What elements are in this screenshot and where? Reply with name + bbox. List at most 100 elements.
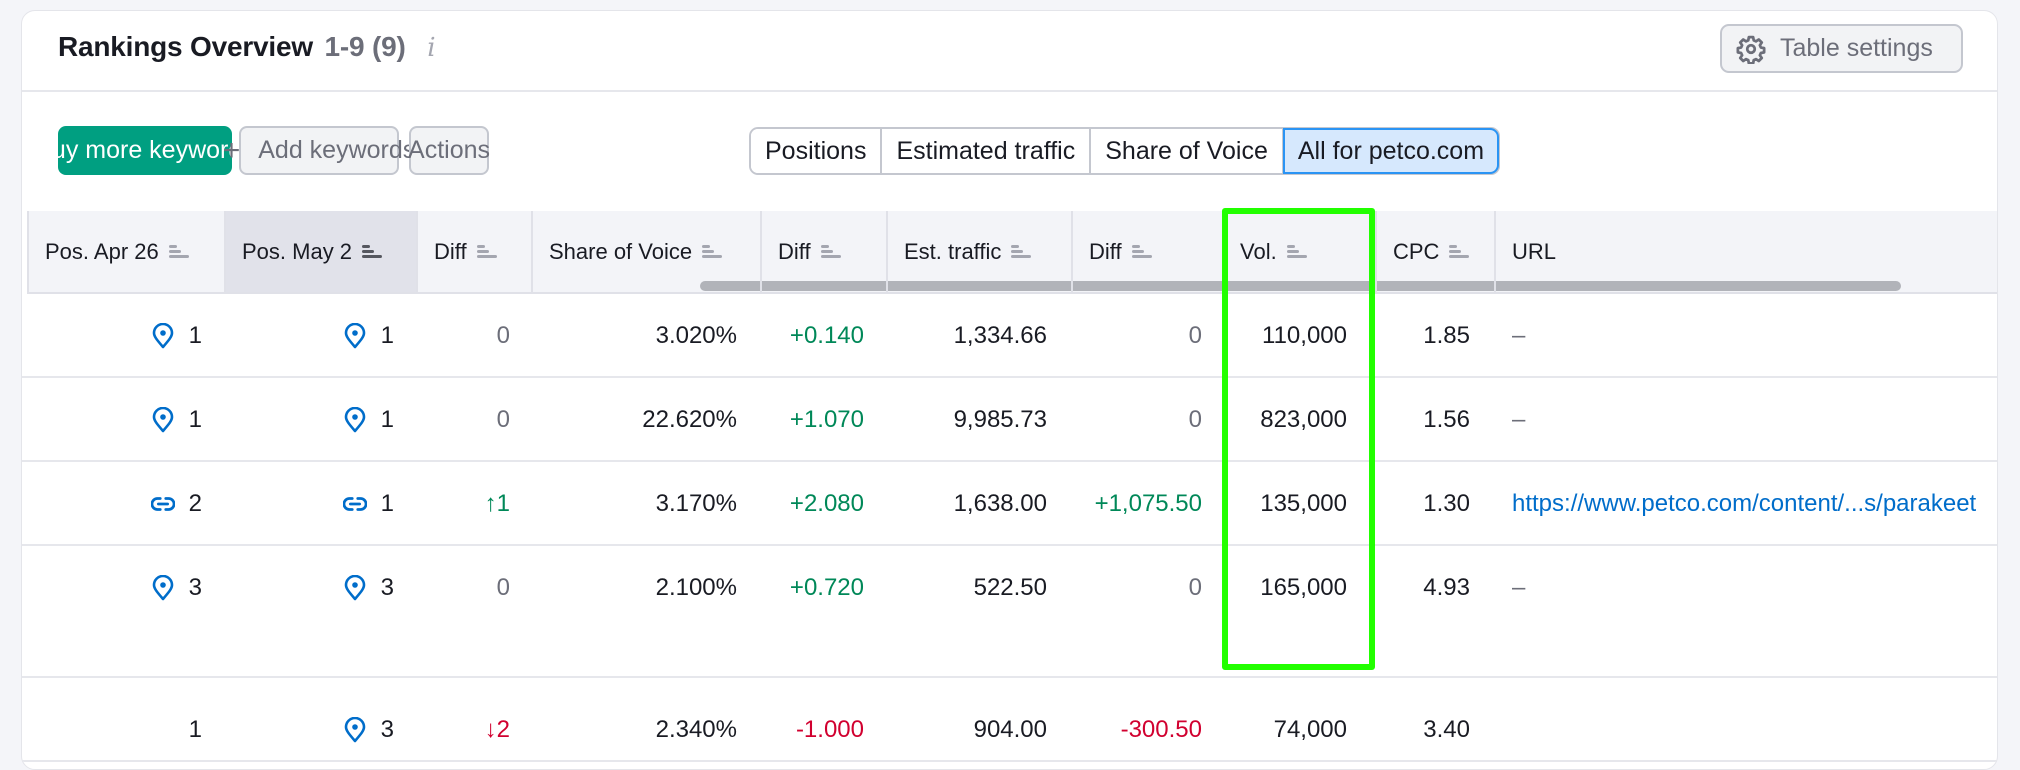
estimated-traffic-diff: +1,075.50 [1077,462,1202,546]
position-apr-26: 2 [122,462,202,546]
column-header-pos-diff[interactable]: Diff [418,211,533,292]
estimated-traffic-diff-value: 0 [1188,574,1202,601]
position-apr-26-value: 2 [188,490,202,517]
position-may-2: 1 [312,378,394,462]
share-of-voice-diff-value: +2.080 [789,490,864,517]
column-header-est-traffic[interactable]: Est. traffic [888,211,1073,292]
table-header: Pos. Apr 26 Pos. May 2 Diff Share of Voice D… [27,211,1997,294]
position-apr-26-value: 1 [188,322,202,349]
estimated-traffic-diff-value: 0 [1188,322,1202,349]
estimated-traffic-value: 1,334.66 [953,322,1047,349]
sort-icon[interactable] [1286,244,1307,259]
table-settings-label: Table settings [1780,34,1933,62]
results-count: 1-9 (9) [324,31,406,62]
position-diff: 0 [422,294,510,378]
table-row[interactable]: 1 3 ↓2 2.340% -1.000 904.00 -300.50 74,000 3.40 [22,678,1997,762]
position-diff: ↓2 [422,688,510,769]
search-volume-value: 135,000 [1260,490,1347,517]
pin-icon [151,323,175,349]
estimated-traffic-diff: -300.50 [1077,688,1202,769]
segment-share-of-voice[interactable]: Share of Voice [1091,129,1284,173]
position-diff-value: 0 [496,322,510,349]
column-header-volume[interactable]: Vol. [1224,211,1377,292]
link-icon [342,491,367,517]
estimated-traffic: 9,985.73 [892,378,1047,462]
search-volume: 135,000 [1227,462,1347,546]
position-apr-26-value: 1 [188,716,202,743]
segment-positions[interactable]: Positions [751,129,883,173]
segment-estimated-traffic[interactable]: Estimated traffic [882,129,1092,173]
plus-icon: + [222,133,241,167]
position-apr-26: 1 [122,688,202,769]
column-header-label: Share of Voice [549,238,693,264]
position-diff-value: 0 [496,406,510,433]
share-of-voice-diff: +1.070 [767,378,864,462]
pin-icon [151,407,175,433]
sort-icon[interactable] [1449,244,1470,259]
add-keywords-label: Add keywords [258,136,416,164]
position-may-2-value: 1 [380,490,394,517]
pin-icon [343,323,367,349]
column-header-share-of-voice[interactable]: Share of Voice [533,211,762,292]
sort-icon[interactable] [1011,244,1032,259]
actions-button[interactable]: Actions [408,126,490,175]
ranking-url: – [1512,294,1525,378]
ranking-url[interactable]: https://www.petco.com/content/...s/parak… [1512,462,1976,546]
share-of-voice-diff-value: -1.000 [795,716,864,743]
buy-more-keywords-button[interactable]: Buy more keywords [35,126,255,175]
column-header-traffic-diff[interactable]: Diff [1073,211,1224,292]
sort-icon[interactable] [362,244,383,259]
column-header-pos-apr-26[interactable]: Pos. Apr 26 [29,211,226,292]
ranking-url-value: – [1512,574,1526,601]
table-row[interactable]: 1 1 0 3.020% +0.140 1,334.66 0 110,000 1.85 – [22,294,1997,378]
pin-icon [343,407,367,433]
share-of-voice-value: 3.170% [655,490,737,517]
estimated-traffic-diff: 0 [1077,294,1202,378]
estimated-traffic-diff-value: -300.50 [1120,716,1202,743]
ranking-url-value: – [1512,406,1526,433]
column-header-url[interactable]: URL [1496,211,1997,292]
position-diff-value: ↑1 [484,490,510,517]
estimated-traffic-diff: 0 [1077,378,1202,462]
pin-icon [343,717,367,743]
sort-icon[interactable] [820,244,841,259]
estimated-traffic-diff: 0 [1077,546,1202,630]
share-of-voice-diff: +2.080 [767,462,864,546]
segment-all-for-domain[interactable]: All for petco.com [1282,128,1500,174]
position-diff: 0 [422,546,510,630]
share-of-voice-diff-value: +0.720 [789,574,864,601]
cpc: 3.40 [1382,688,1470,769]
table-settings-button[interactable]: Table settings [1720,24,1963,73]
column-header-cpc[interactable]: CPC [1377,211,1496,292]
sort-icon[interactable] [168,244,189,259]
column-header-label: Pos. May 2 [242,238,353,264]
column-header-label: Diff [1089,238,1122,264]
table-row[interactable]: 1 1 0 22.620% +1.070 9,985.73 0 823,000 1.56 – [22,378,1997,462]
cpc: 1.30 [1382,462,1470,546]
column-header-label: Vol. [1240,238,1277,264]
page-title: Rankings Overview 1-9 (9) i [58,31,436,63]
pin-icon [151,575,175,601]
position-apr-26: 3 [122,546,202,630]
estimated-traffic: 522.50 [892,546,1047,630]
share-of-voice: 3.020% [542,294,737,378]
position-may-2-value: 3 [380,574,394,601]
add-keywords-button[interactable]: + Add keywords [223,126,415,175]
sort-icon[interactable] [702,244,723,259]
info-icon[interactable]: i [427,33,435,63]
column-header-sov-diff[interactable]: Diff [762,211,888,292]
search-volume-value: 74,000 [1273,716,1347,743]
share-of-voice-value: 22.620% [642,406,737,433]
column-header-label: Est. traffic [904,238,1002,264]
estimated-traffic: 1,334.66 [892,294,1047,378]
sort-icon[interactable] [1131,244,1152,259]
position-apr-26: 1 [122,294,202,378]
sort-icon[interactable] [476,244,497,259]
share-of-voice-diff-value: +1.070 [789,406,864,433]
cpc-value: 1.56 [1423,406,1470,433]
table-row[interactable]: 2 1 ↑1 3.170% +2.080 1,638.00 +1,075.50 135,000… [22,462,1997,546]
estimated-traffic: 904.00 [892,688,1047,769]
column-header-pos-may-2[interactable]: Pos. May 2 [226,211,418,292]
link-icon [150,491,175,517]
table-row[interactable]: 3 3 0 2.100% +0.720 522.50 0 165,000 4.93 – [22,546,1997,678]
